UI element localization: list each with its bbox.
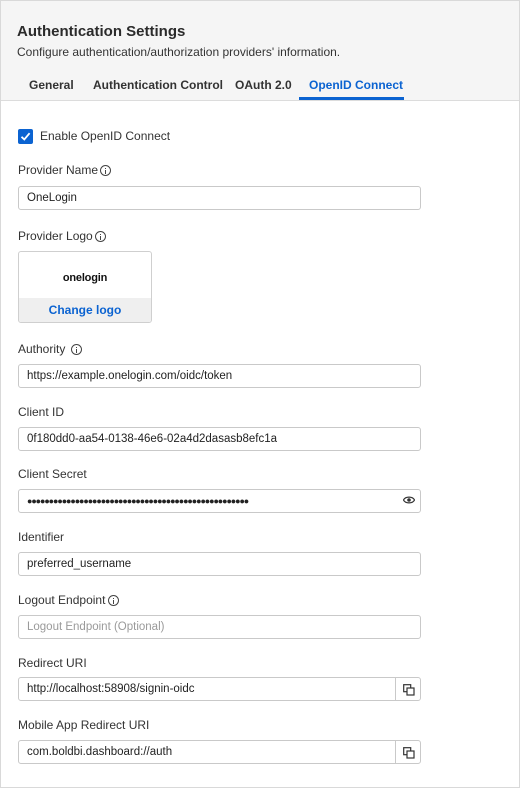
authority-input[interactable] — [18, 364, 421, 388]
identifier-label: Identifier — [18, 530, 65, 544]
provider-name-input[interactable] — [18, 186, 421, 210]
redirect-uri-label: Redirect URI — [18, 656, 87, 670]
mobile-redirect-uri-input[interactable] — [18, 740, 396, 764]
provider-logo-box: onelogin Change logo — [18, 251, 152, 323]
info-icon[interactable] — [108, 595, 119, 606]
tab-general[interactable]: General — [29, 75, 74, 101]
client-id-label: Client ID — [18, 405, 65, 419]
settings-panel: Authentication Settings Configure authen… — [0, 0, 520, 788]
enable-openid-checkbox[interactable] — [18, 129, 33, 144]
page-subtitle: Configure authentication/authorization p… — [17, 45, 341, 59]
info-icon[interactable] — [95, 231, 106, 242]
copy-mobile-redirect-uri-button[interactable] — [395, 740, 421, 764]
info-icon[interactable] — [100, 165, 111, 176]
logout-endpoint-label: Logout Endpoint — [18, 593, 106, 607]
eye-icon[interactable] — [403, 495, 415, 505]
page-title: Authentication Settings — [17, 23, 186, 40]
copy-redirect-uri-button[interactable] — [395, 677, 421, 701]
info-icon[interactable] — [71, 344, 82, 355]
client-secret-input[interactable]: ●●●●●●●●●●●●●●●●●●●●●●●●●●●●●●●●●●●●●●●●… — [18, 489, 421, 513]
identifier-input[interactable] — [18, 552, 421, 576]
change-logo-button[interactable]: Change logo — [19, 298, 151, 322]
client-id-input[interactable] — [18, 427, 421, 451]
provider-name-label: Provider Name — [18, 163, 99, 177]
copy-icon — [403, 684, 415, 696]
redirect-uri-input[interactable] — [18, 677, 396, 701]
tab-authentication-control[interactable]: Authentication Control — [93, 75, 223, 101]
authority-label: Authority — [18, 342, 66, 356]
logout-endpoint-input[interactable] — [18, 615, 421, 639]
check-icon — [20, 132, 31, 141]
active-tab-indicator — [299, 97, 404, 100]
provider-logo-image: onelogin — [62, 272, 108, 284]
header: Authentication Settings Configure authen… — [1, 1, 519, 101]
client-secret-label: Client Secret — [18, 467, 87, 481]
enable-openid-label: Enable OpenID Connect — [40, 129, 171, 143]
mobile-redirect-uri-label: Mobile App Redirect URI — [18, 718, 150, 732]
tab-oauth[interactable]: OAuth 2.0 — [235, 75, 292, 101]
copy-icon — [403, 747, 415, 759]
provider-logo-label: Provider Logo — [18, 229, 93, 243]
